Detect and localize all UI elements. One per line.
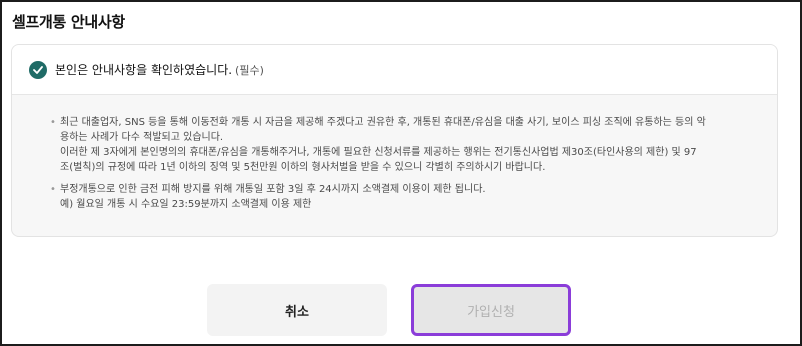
notice-line: 예) 월요일 개통 시 수요일 23:59분까지 소액결제 이용 제한 <box>60 199 312 210</box>
cancel-button[interactable]: 취소 <box>207 284 387 336</box>
page-title: 셀프개통 안내사항 <box>12 13 125 31</box>
notice-line: 이러한 제 3자에게 본인명의의 휴대폰/유심을 개통해주거나, 개통에 필요한… <box>60 147 697 158</box>
required-tag: (필수) <box>235 63 264 77</box>
bullet-icon: • <box>50 117 56 128</box>
confirm-label: 본인은 안내사항을 확인하였습니다. <box>55 63 233 77</box>
notice-line: 조(벌칙)의 규정에 따라 1년 이하의 징역 및 5천만원 이하의 형사처벌을… <box>60 162 546 173</box>
notice-list: • 최근 대출업자, SNS 등을 통해 이동전화 개통 시 자금을 제공해 주… <box>12 95 777 212</box>
notice-line: 최근 대출업자, SNS 등을 통해 이동전화 개통 시 자금을 제공해 주겠다… <box>60 117 706 128</box>
join-button[interactable]: 가입신청 <box>411 284 571 336</box>
notice-item: • 최근 대출업자, SNS 등을 통해 이동전화 개통 시 자금을 제공해 주… <box>50 115 750 175</box>
bullet-icon: • <box>50 184 56 195</box>
dialog-frame: 셀프개통 안내사항 본인은 안내사항을 확인하였습니다. (필수) • 최근 대… <box>0 0 802 346</box>
notice-line: 부정개통으로 인한 금전 피해 방지를 위해 개통일 포함 3일 후 24시까지… <box>60 184 486 195</box>
notice-item: • 부정개통으로 인한 금전 피해 방지를 위해 개통일 포함 3일 후 24시… <box>50 182 750 212</box>
confirm-row[interactable]: 본인은 안내사항을 확인하였습니다. (필수) <box>12 45 777 95</box>
notice-card: 본인은 안내사항을 확인하였습니다. (필수) • 최근 대출업자, SNS 등… <box>11 44 778 237</box>
check-circle-icon[interactable] <box>29 60 47 79</box>
notice-line: 용하는 사례가 다수 적발되고 있습니다. <box>60 132 224 143</box>
